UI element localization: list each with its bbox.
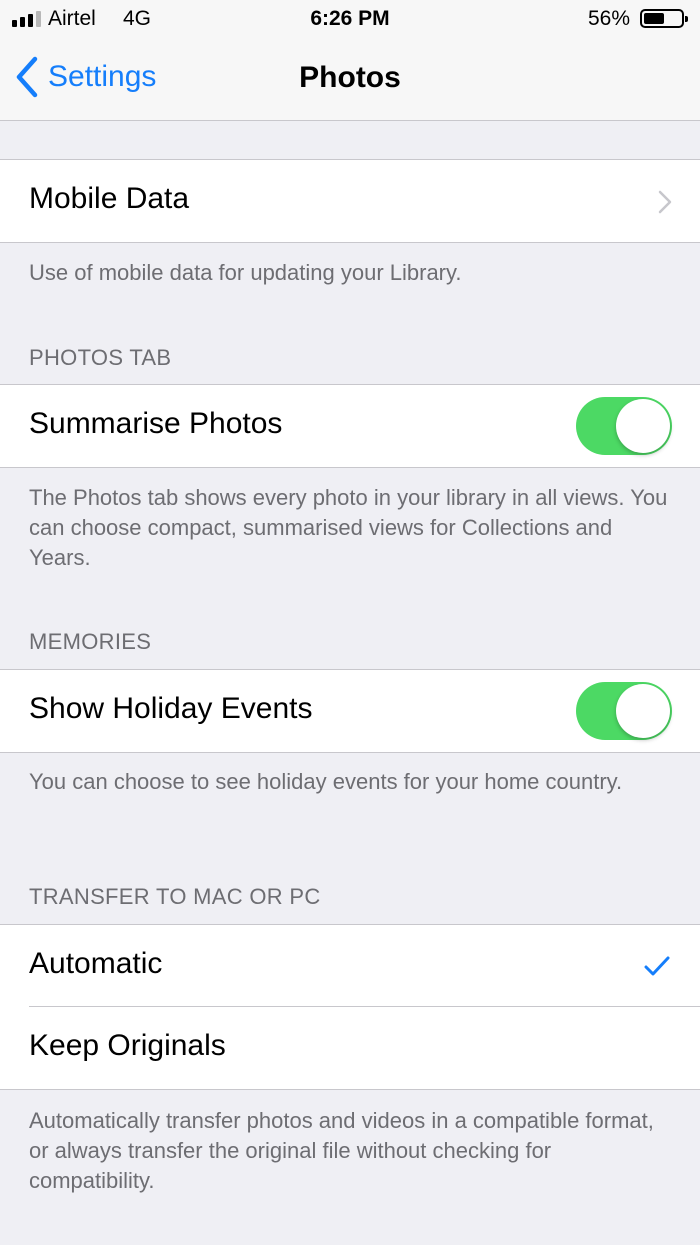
battery-icon — [640, 9, 688, 28]
chevron-right-icon — [658, 190, 672, 214]
page-title: Photos — [299, 61, 401, 94]
photos-tab-footer: The Photos tab shows every photo in your… — [29, 485, 668, 570]
memories-header: MEMORIES — [29, 629, 152, 654]
transfer-footer: Automatically transfer photos and videos… — [29, 1108, 654, 1193]
transfer-option-keep-originals[interactable]: Keep Originals — [0, 1007, 700, 1089]
show-holiday-events-row: Show Holiday Events — [0, 670, 700, 752]
transfer-option-label: Keep Originals — [29, 1029, 226, 1062]
summarise-photos-row: Summarise Photos — [0, 385, 700, 467]
transfer-option-automatic[interactable]: Automatic — [0, 925, 700, 1007]
mobile-data-group: Mobile Data — [0, 159, 700, 243]
show-holiday-events-label: Show Holiday Events — [29, 692, 313, 725]
photos-tab-header: PHOTOS TAB — [29, 345, 172, 370]
memories-footer: You can choose to see holiday events for… — [29, 769, 623, 794]
transfer-header: TRANSFER TO MAC OR PC — [29, 884, 321, 909]
checkmark-icon — [644, 956, 670, 976]
memories-group: Show Holiday Events — [0, 669, 700, 753]
summarise-photos-toggle[interactable] — [576, 397, 672, 455]
transfer-option-label: Automatic — [29, 947, 163, 980]
status-bar: Airtel 4G 6:26 PM 56% — [0, 0, 700, 40]
mobile-data-row[interactable]: Mobile Data — [0, 160, 700, 242]
photos-tab-group: Summarise Photos — [0, 384, 700, 468]
mobile-data-label: Mobile Data — [29, 182, 190, 215]
battery-percentage: 56% — [588, 7, 631, 30]
mobile-data-footer: Use of mobile data for updating your Lib… — [29, 260, 462, 285]
navigation-bar: Settings Photos — [0, 40, 700, 121]
show-holiday-events-toggle[interactable] — [576, 682, 672, 740]
summarise-photos-label: Summarise Photos — [29, 407, 283, 440]
transfer-group: Automatic Keep Originals — [0, 924, 700, 1090]
